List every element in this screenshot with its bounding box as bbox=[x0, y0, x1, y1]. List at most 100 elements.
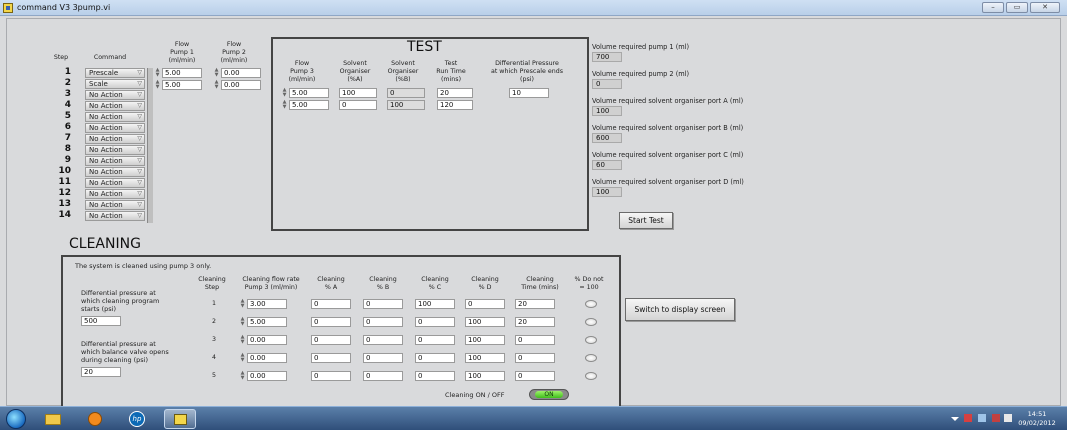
media-player-icon[interactable] bbox=[80, 409, 110, 429]
cleaning-flow-spin[interactable]: ▲ ▼ bbox=[239, 335, 246, 345]
clock-date[interactable]: 09/02/2012 bbox=[1017, 419, 1057, 427]
command-ring[interactable]: Prescale ▽ bbox=[85, 68, 145, 78]
cleaning-d-input[interactable]: 100 bbox=[465, 317, 505, 327]
command-ring[interactable]: No Action ▽ bbox=[85, 167, 145, 177]
tray-network-icon[interactable] bbox=[978, 414, 986, 422]
pump3-step2[interactable]: 5.00 bbox=[289, 100, 329, 110]
cleaning-b-input[interactable]: 0 bbox=[363, 335, 403, 345]
diff-balance-input[interactable]: 20 bbox=[81, 367, 121, 377]
cleaning-flow-input[interactable]: 3.00 bbox=[247, 299, 287, 309]
pump1-spin-1[interactable]: ▲ ▼ bbox=[154, 68, 161, 78]
command-ring[interactable]: No Action ▽ bbox=[85, 101, 145, 111]
cleaning-c-input[interactable]: 100 bbox=[415, 299, 455, 309]
tray-expand-icon[interactable] bbox=[951, 417, 959, 421]
pump2-step2[interactable]: 0.00 bbox=[221, 80, 261, 90]
cleaning-c-input[interactable]: 0 bbox=[415, 335, 455, 345]
cleaning-flow-spin[interactable]: ▲ ▼ bbox=[239, 371, 246, 381]
cleaning-step-header: Cleaning Step bbox=[198, 276, 226, 291]
close-button[interactable]: ✕ bbox=[1030, 2, 1060, 13]
command-ring[interactable]: Scale ▽ bbox=[85, 79, 145, 89]
switch-display-button[interactable]: Switch to display screen bbox=[625, 298, 735, 321]
diff-balance-label: Differential pressure at which balance v… bbox=[81, 340, 169, 364]
command-ring[interactable]: No Action ▽ bbox=[85, 178, 145, 188]
step-number: 4 bbox=[64, 100, 71, 110]
pump1-spin-2[interactable]: ▲ ▼ bbox=[154, 80, 161, 90]
cleaning-time-input[interactable]: 0 bbox=[515, 371, 555, 381]
pump3-spin-1[interactable]: ▲ ▼ bbox=[281, 88, 288, 98]
cleaning-d-input[interactable]: 100 bbox=[465, 371, 505, 381]
command-ring[interactable]: No Action ▽ bbox=[85, 211, 145, 221]
cleaning-flow-input[interactable]: 5.00 bbox=[247, 317, 287, 327]
command-ring[interactable]: No Action ▽ bbox=[85, 156, 145, 166]
run-time-step1[interactable]: 20 bbox=[437, 88, 473, 98]
tray-volume-icon[interactable] bbox=[1004, 414, 1012, 422]
solvent-a-header: Solvent Organiser (%A) bbox=[339, 60, 371, 83]
pump2-spin-2[interactable]: ▲ ▼ bbox=[213, 80, 220, 90]
cleaning-flow-spin[interactable]: ▲ ▼ bbox=[239, 299, 246, 309]
cleaning-a-input[interactable]: 0 bbox=[311, 371, 351, 381]
pump2-spin-1[interactable]: ▲ ▼ bbox=[213, 68, 220, 78]
solvent-a-step2[interactable]: 0 bbox=[339, 100, 377, 110]
cleaning-b-input[interactable]: 0 bbox=[363, 371, 403, 381]
cleaning-c-input[interactable]: 0 bbox=[415, 371, 455, 381]
command-ring[interactable]: No Action ▽ bbox=[85, 112, 145, 122]
cleaning-c-input[interactable]: 0 bbox=[415, 317, 455, 327]
cleaning-onoff-switch[interactable]: ON bbox=[529, 389, 569, 400]
cleaning-flow-spin[interactable]: ▲ ▼ bbox=[239, 353, 246, 363]
cleaning-a-input[interactable]: 0 bbox=[311, 335, 351, 345]
diff-pressure-input[interactable]: 10 bbox=[509, 88, 549, 98]
cleaning-time-input[interactable]: 20 bbox=[515, 317, 555, 327]
not-100-indicator bbox=[585, 354, 597, 362]
command-ring[interactable]: No Action ▽ bbox=[85, 90, 145, 100]
pump2-step1[interactable]: 0.00 bbox=[221, 68, 261, 78]
volume-label: Volume required pump 1 (ml) bbox=[592, 43, 690, 51]
cleaning-a-input[interactable]: 0 bbox=[311, 299, 351, 309]
cleaning-b-header: Cleaning % B bbox=[369, 276, 397, 291]
hp-icon[interactable]: hp bbox=[122, 409, 152, 429]
pump3-step1[interactable]: 5.00 bbox=[289, 88, 329, 98]
cleaning-c-input[interactable]: 0 bbox=[415, 353, 455, 363]
start-test-button[interactable]: Start Test bbox=[619, 212, 673, 229]
start-button[interactable] bbox=[6, 409, 26, 429]
solvent-a-step1[interactable]: 100 bbox=[339, 88, 377, 98]
cleaning-onoff-label: Cleaning ON / OFF bbox=[445, 391, 505, 399]
cleaning-flow-input[interactable]: 0.00 bbox=[247, 371, 287, 381]
cleaning-time-input[interactable]: 0 bbox=[515, 335, 555, 345]
cleaning-b-input[interactable]: 0 bbox=[363, 353, 403, 363]
cleaning-flow-header: Cleaning flow rate Pump 3 (ml/min) bbox=[242, 276, 300, 291]
cleaning-d-input[interactable]: 0 bbox=[465, 299, 505, 309]
command-ring[interactable]: No Action ▽ bbox=[85, 189, 145, 199]
pump1-step2[interactable]: 5.00 bbox=[162, 80, 202, 90]
pump3-spin-2[interactable]: ▲ ▼ bbox=[281, 100, 288, 110]
tray-battery-icon[interactable] bbox=[992, 414, 1000, 422]
labview-taskbar-item[interactable] bbox=[164, 409, 196, 429]
cleaning-flow-input[interactable]: 0.00 bbox=[247, 335, 287, 345]
title-bar: command V3 3pump.vi – ▭ ✕ bbox=[0, 0, 1067, 16]
cleaning-flow-spin[interactable]: ▲ ▼ bbox=[239, 317, 246, 327]
command-array-scrollbar[interactable] bbox=[147, 68, 153, 223]
cleaning-d-input[interactable]: 100 bbox=[465, 335, 505, 345]
cleaning-b-input[interactable]: 0 bbox=[363, 299, 403, 309]
command-ring[interactable]: No Action ▽ bbox=[85, 134, 145, 144]
chevron-down-icon: ▽ bbox=[137, 102, 142, 109]
minimize-button[interactable]: – bbox=[982, 2, 1004, 13]
step-number: 9 bbox=[64, 155, 71, 165]
command-ring[interactable]: No Action ▽ bbox=[85, 200, 145, 210]
command-ring[interactable]: No Action ▽ bbox=[85, 123, 145, 133]
cleaning-a-input[interactable]: 0 bbox=[311, 317, 351, 327]
not-100-indicator bbox=[585, 372, 597, 380]
cleaning-d-input[interactable]: 100 bbox=[465, 353, 505, 363]
cleaning-time-input[interactable]: 20 bbox=[515, 299, 555, 309]
cleaning-flow-input[interactable]: 0.00 bbox=[247, 353, 287, 363]
command-ring[interactable]: No Action ▽ bbox=[85, 145, 145, 155]
pump1-step1[interactable]: 5.00 bbox=[162, 68, 202, 78]
tray-flag-icon[interactable] bbox=[964, 414, 972, 422]
run-time-step2[interactable]: 120 bbox=[437, 100, 473, 110]
cleaning-b-input[interactable]: 0 bbox=[363, 317, 403, 327]
diff-start-input[interactable]: 500 bbox=[81, 316, 121, 326]
cleaning-a-input[interactable]: 0 bbox=[311, 353, 351, 363]
maximize-button[interactable]: ▭ bbox=[1006, 2, 1028, 13]
folder-icon[interactable] bbox=[38, 409, 68, 429]
cleaning-time-input[interactable]: 0 bbox=[515, 353, 555, 363]
clock-time[interactable]: 14:51 bbox=[1017, 410, 1057, 418]
